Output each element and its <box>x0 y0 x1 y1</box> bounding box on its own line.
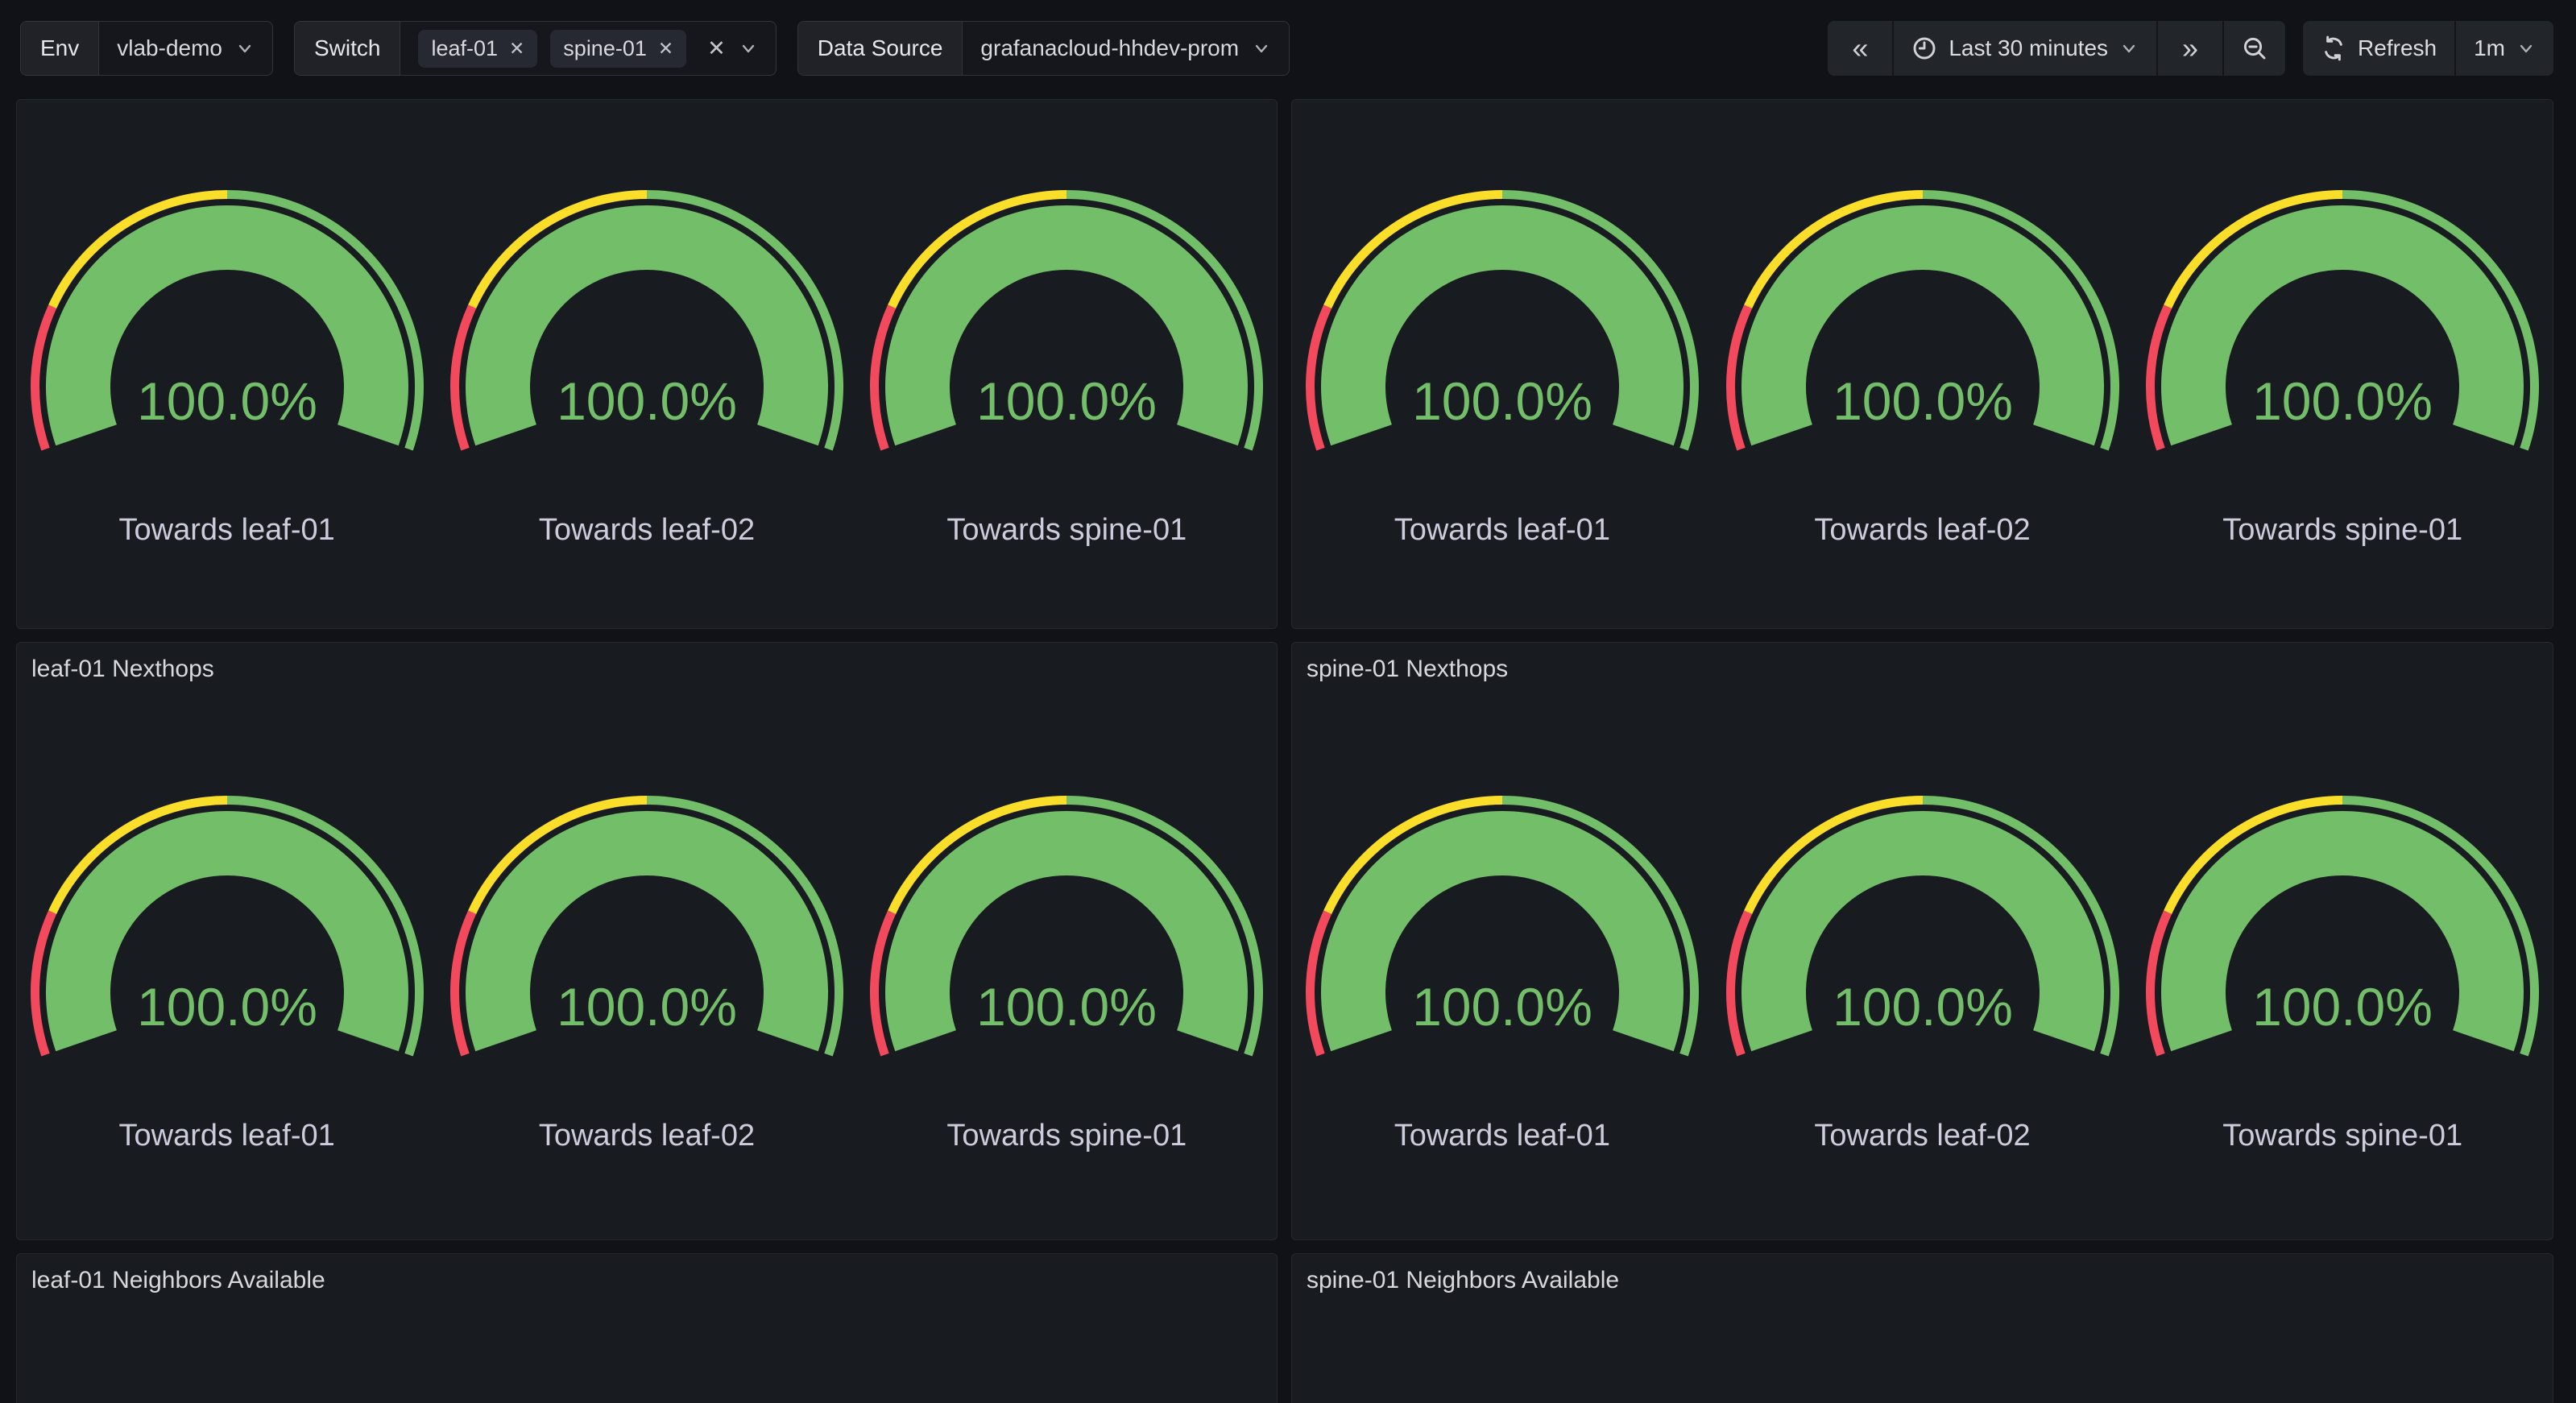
gauge: 100.0% Towards spine-01 <box>2132 181 2553 548</box>
gauge-label: Towards spine-01 <box>946 513 1187 548</box>
gauge-label: Towards leaf-01 <box>119 513 335 548</box>
svg-text:100.0%: 100.0% <box>557 371 737 431</box>
panel-leaf-01-nexthops: leaf-01 Nexthops 100.0% Towards leaf-01 … <box>16 642 1278 1240</box>
gauge: 100.0% Towards leaf-01 <box>1292 787 1713 1153</box>
svg-text:100.0%: 100.0% <box>557 977 737 1037</box>
panel-gauges-top-right: 100.0% Towards leaf-01 100.0% Towards le… <box>1291 99 2553 629</box>
time-shift-forward-button[interactable]: » <box>2156 21 2222 76</box>
svg-text:100.0%: 100.0% <box>1833 371 2013 431</box>
gauge-label: Towards spine-01 <box>2222 1119 2462 1153</box>
panel-title[interactable]: leaf-01 Nexthops <box>17 643 1277 689</box>
gauge-arc: 100.0% <box>1301 181 1704 471</box>
refresh-interval-value: 1m <box>2474 35 2505 61</box>
env-variable-label: Env <box>21 22 99 75</box>
svg-text:100.0%: 100.0% <box>1412 371 1592 431</box>
chevrons-right-icon: » <box>2176 31 2205 65</box>
gauge: 100.0% Towards leaf-02 <box>437 181 856 548</box>
gauge-label: Towards spine-01 <box>946 1119 1187 1153</box>
panel-spine-01-nexthops: spine-01 Nexthops 100.0% Towards leaf-01… <box>1291 642 2553 1240</box>
close-icon[interactable]: ✕ <box>658 39 673 58</box>
switch-variable-picker: Switch leaf-01 ✕ spine-01 ✕ ✕ <box>294 21 777 76</box>
gauge: 100.0% Towards leaf-01 <box>17 787 437 1153</box>
svg-text:100.0%: 100.0% <box>976 977 1157 1037</box>
chevron-down-icon <box>2119 39 2139 58</box>
dashboard-toolbar: Env vlab-demo Switch leaf-01 ✕ spine-01 … <box>20 21 2553 76</box>
gauge-arc: 100.0% <box>2141 181 2544 471</box>
svg-text:100.0%: 100.0% <box>1412 977 1592 1037</box>
gauge: 100.0% Towards spine-01 <box>857 787 1277 1153</box>
svg-text:100.0%: 100.0% <box>2252 977 2433 1037</box>
gauge-label: Towards leaf-02 <box>539 1119 755 1153</box>
chevron-down-icon <box>1252 39 1271 58</box>
svg-text:100.0%: 100.0% <box>2252 371 2433 431</box>
time-range-picker-button[interactable]: Last 30 minutes <box>1892 21 2156 76</box>
gauge: 100.0% Towards leaf-01 <box>17 181 437 548</box>
refresh-group: Refresh 1m <box>2303 21 2553 76</box>
gauge: 100.0% Towards spine-01 <box>857 181 1277 548</box>
close-icon[interactable]: ✕ <box>509 39 524 58</box>
time-controls: « Last 30 minutes » <box>1828 21 2553 76</box>
time-range-label: Last 30 minutes <box>1949 35 2108 61</box>
switch-tag-leaf-01[interactable]: leaf-01 ✕ <box>418 30 537 68</box>
refresh-button[interactable]: Refresh <box>2303 21 2454 76</box>
zoom-out-icon <box>2242 35 2267 61</box>
datasource-variable-picker: Data Source grafanacloud-hhdev-prom <box>797 21 1290 76</box>
panel-title[interactable]: leaf-01 Neighbors Available <box>17 1254 1277 1301</box>
gauge-arc: 100.0% <box>1721 787 2124 1077</box>
zoom-out-time-button[interactable] <box>2222 21 2285 76</box>
gauge: 100.0% Towards leaf-02 <box>437 787 856 1153</box>
gauge: 100.0% Towards leaf-02 <box>1713 181 2133 548</box>
chevron-down-icon <box>739 39 758 58</box>
gauge: 100.0% Towards spine-01 <box>2132 787 2553 1153</box>
gauge-arc: 100.0% <box>445 787 848 1077</box>
refresh-interval-select[interactable]: 1m <box>2454 21 2553 76</box>
chevron-down-icon <box>235 39 255 58</box>
gauge-label: Towards leaf-01 <box>1394 1119 1610 1153</box>
gauge-label: Towards leaf-02 <box>1814 513 2030 548</box>
gauge-label: Towards leaf-02 <box>539 513 755 548</box>
gauge-label: Towards spine-01 <box>2222 513 2462 548</box>
gauge-arc: 100.0% <box>1301 787 1704 1077</box>
datasource-variable-select[interactable]: grafanacloud-hhdev-prom <box>963 22 1289 75</box>
gauge-arc: 100.0% <box>26 787 429 1077</box>
refresh-label: Refresh <box>2358 35 2437 61</box>
gauge: 100.0% Towards leaf-01 <box>1292 181 1713 548</box>
gauge-arc: 100.0% <box>26 181 429 471</box>
gauge-arc: 100.0% <box>865 787 1268 1077</box>
panel-title[interactable]: spine-01 Neighbors Available <box>1292 1254 2553 1301</box>
clear-all-icon[interactable]: ✕ <box>707 38 726 60</box>
gauge-label: Towards leaf-02 <box>1814 1119 2030 1153</box>
gauge-label: Towards leaf-01 <box>119 1119 335 1153</box>
switch-variable-select[interactable]: leaf-01 ✕ spine-01 ✕ ✕ <box>400 22 775 75</box>
svg-text:100.0%: 100.0% <box>1833 977 2013 1037</box>
env-variable-select[interactable]: vlab-demo <box>99 22 272 75</box>
env-variable-value: vlab-demo <box>117 35 222 61</box>
datasource-variable-label: Data Source <box>798 22 963 75</box>
panel-leaf-01-neighbors-available: leaf-01 Neighbors Available <box>16 1253 1278 1403</box>
svg-text:100.0%: 100.0% <box>137 977 317 1037</box>
chevrons-left-icon: « <box>1845 31 1874 65</box>
switch-variable-label: Switch <box>295 22 400 75</box>
refresh-icon <box>2321 35 2346 61</box>
panel-spine-01-neighbors-available: spine-01 Neighbors Available <box>1291 1253 2553 1403</box>
panel-gauges-top-left: 100.0% Towards leaf-01 100.0% Towards le… <box>16 99 1278 629</box>
svg-text:100.0%: 100.0% <box>137 371 317 431</box>
clock-icon <box>1911 35 1937 61</box>
gauge-label: Towards leaf-01 <box>1394 513 1610 548</box>
gauge-arc: 100.0% <box>1721 181 2124 471</box>
panel-title[interactable]: spine-01 Nexthops <box>1292 643 2553 689</box>
gauge-arc: 100.0% <box>865 181 1268 471</box>
env-variable-picker: Env vlab-demo <box>20 21 273 76</box>
switch-tag-spine-01[interactable]: spine-01 ✕ <box>550 30 686 68</box>
gauge: 100.0% Towards leaf-02 <box>1713 787 2133 1153</box>
time-shift-back-button[interactable]: « <box>1828 21 1892 76</box>
gauge-arc: 100.0% <box>2141 787 2544 1077</box>
chevron-down-icon <box>2516 39 2536 58</box>
datasource-variable-value: grafanacloud-hhdev-prom <box>980 35 1239 61</box>
time-range-group: « Last 30 minutes » <box>1828 21 2285 76</box>
gauge-arc: 100.0% <box>445 181 848 471</box>
svg-text:100.0%: 100.0% <box>976 371 1157 431</box>
